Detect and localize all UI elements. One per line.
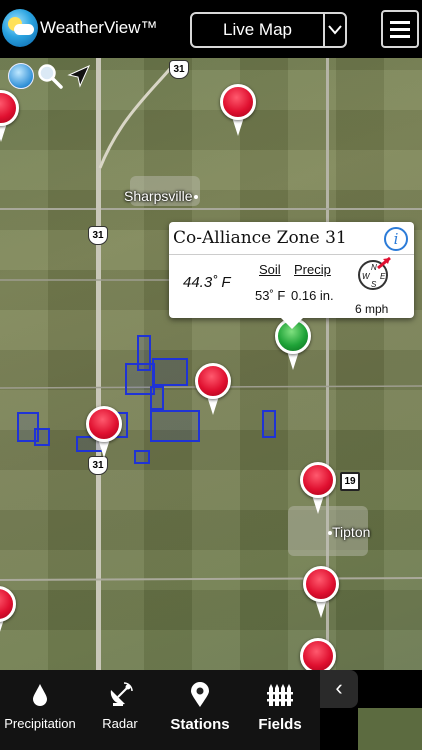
air-temperature: 44.3˚ F xyxy=(183,274,231,291)
wind-speed: 6 mph xyxy=(355,302,389,316)
raindrop-icon xyxy=(26,682,54,708)
tab-fields[interactable]: Fields xyxy=(240,670,320,750)
field-parcel[interactable] xyxy=(34,428,50,446)
field-parcel[interactable] xyxy=(150,386,164,410)
chevron-down-icon[interactable] xyxy=(323,14,345,46)
tab-radar[interactable]: Radar xyxy=(80,670,160,750)
place-label-sharpsville: Sharpsville xyxy=(124,188,199,204)
route-shield: 31 xyxy=(169,60,189,79)
tab-label: Stations xyxy=(170,716,230,733)
info-icon[interactable]: i xyxy=(384,227,408,251)
bottom-tab-bar: Precipitation Radar Stations Fields xyxy=(0,670,320,750)
map-corner xyxy=(358,708,422,750)
satellite-map[interactable]: Sharpsville Tipton 31 31 31 19 xyxy=(0,58,422,670)
field-parcel[interactable] xyxy=(134,450,150,464)
pin-head xyxy=(0,586,16,622)
fence-icon xyxy=(266,682,294,708)
tab-precipitation[interactable]: Precipitation xyxy=(0,670,80,750)
tab-stations[interactable]: Stations xyxy=(160,670,240,750)
callout-divider xyxy=(169,254,414,255)
station-pin-red[interactable] xyxy=(300,638,336,670)
globe-icon[interactable] xyxy=(8,63,34,89)
pin-head xyxy=(220,84,256,120)
pin-head xyxy=(303,566,339,602)
route-shield: 31 xyxy=(88,226,108,245)
wind-arrow-icon xyxy=(377,256,391,270)
station-pin-red[interactable] xyxy=(0,90,19,144)
route-shield: 19 xyxy=(340,472,360,491)
wind-compass-icon: N E S W xyxy=(358,256,391,290)
station-pin-red[interactable] xyxy=(220,84,256,138)
soil-temperature: 53˚ F xyxy=(255,288,286,303)
collapse-tabbar-button[interactable]: ‹ xyxy=(320,670,358,708)
cloud-icon xyxy=(14,24,34,35)
place-dot xyxy=(194,195,199,200)
magnifier-icon[interactable] xyxy=(37,63,63,89)
field-parcel[interactable] xyxy=(150,410,200,442)
station-pin-red[interactable] xyxy=(303,566,339,620)
hamburger-line xyxy=(390,34,410,38)
app-logo xyxy=(2,9,38,47)
callout-pointer xyxy=(281,318,303,329)
compass-w: W xyxy=(362,272,370,281)
pin-head xyxy=(0,90,19,126)
station-pin-red[interactable] xyxy=(86,406,122,460)
satellite-dish-icon xyxy=(106,682,134,708)
station-name: Co-Alliance Zone 31 xyxy=(173,228,347,248)
compass-s: S xyxy=(371,280,377,289)
pin-head xyxy=(86,406,122,442)
place-name: Sharpsville xyxy=(124,188,193,204)
hamburger-line xyxy=(390,27,410,31)
tab-label: Precipitation xyxy=(4,716,76,731)
station-pin-red[interactable] xyxy=(195,363,231,417)
station-callout[interactable]: Co-Alliance Zone 31 i 44.3˚ F Soil Preci… xyxy=(169,222,414,329)
tab-label: Fields xyxy=(258,716,302,733)
precip-amount: 0.16 in. xyxy=(291,288,334,303)
place-label-tipton: Tipton xyxy=(326,524,370,540)
location-arrow-icon[interactable] xyxy=(66,63,92,89)
station-pin-red[interactable] xyxy=(0,586,16,640)
hamburger-icon xyxy=(390,20,410,24)
pin-head xyxy=(195,363,231,399)
map-mode-select[interactable]: Live Map xyxy=(190,12,347,48)
app-title: WeatherView™ xyxy=(40,18,158,37)
app-header: WeatherView™ Live Map xyxy=(0,0,422,58)
pin-head xyxy=(300,638,336,670)
pin-head xyxy=(300,462,336,498)
field-parcel[interactable] xyxy=(152,358,188,386)
field-parcel[interactable] xyxy=(262,410,276,438)
map-mode-label: Live Map xyxy=(223,20,292,39)
tab-label: Radar xyxy=(102,716,138,731)
soil-label: Soil xyxy=(259,262,281,277)
station-pin-red[interactable] xyxy=(300,462,336,516)
map-pin-icon xyxy=(186,682,214,708)
precip-label: Precip xyxy=(294,262,331,277)
place-name: Tipton xyxy=(332,524,371,540)
menu-button[interactable] xyxy=(381,10,419,48)
